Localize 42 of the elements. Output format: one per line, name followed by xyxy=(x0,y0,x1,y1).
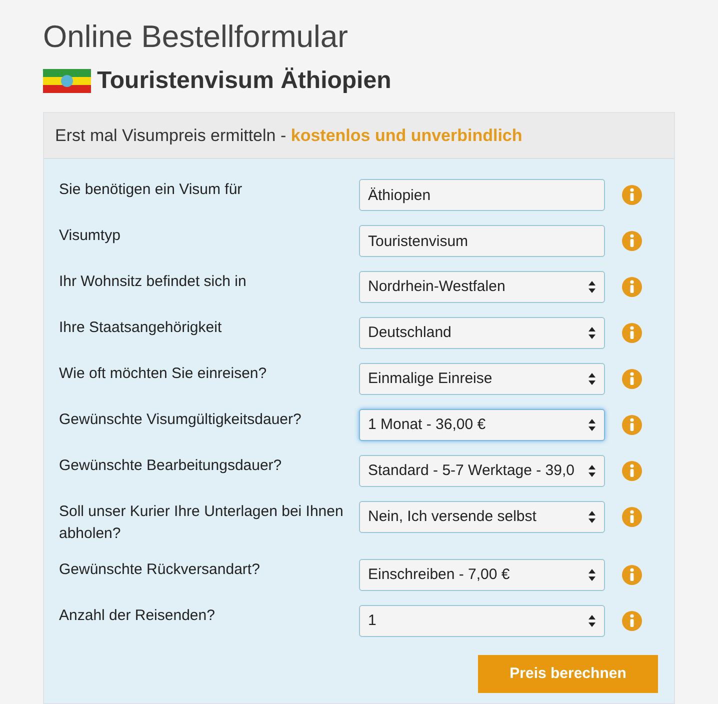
field-label: Gewünschte Rückversandart? xyxy=(59,560,261,580)
field-label: Anzahl der Reisenden? xyxy=(59,606,216,626)
field-label: Soll unser Kurier Ihre Unterlagen bei Ihnen abholen? xyxy=(59,502,344,544)
updown-arrows-icon xyxy=(588,614,596,628)
info-icon[interactable] xyxy=(621,564,643,586)
flag-icon xyxy=(43,69,91,93)
select-field[interactable]: Nordrhein-Westfalen xyxy=(359,271,605,303)
updown-arrows-icon xyxy=(588,464,596,478)
field-label: Wie oft möchten Sie einreisen? xyxy=(59,364,268,384)
select-field[interactable]: 1 xyxy=(359,605,605,637)
info-icon[interactable] xyxy=(621,322,643,344)
text-field[interactable]: Äthiopien xyxy=(359,179,605,211)
info-icon[interactable] xyxy=(621,368,643,390)
info-icon[interactable] xyxy=(621,506,643,528)
field-label: Sie benötigen ein Visum für xyxy=(59,180,244,200)
info-icon[interactable] xyxy=(621,230,643,252)
updown-arrows-icon xyxy=(588,510,596,524)
field-label: Ihre Staatsangehörigkeit xyxy=(59,318,223,338)
field-label: Gewünschte Visumgültigkeitsdauer? xyxy=(59,410,302,430)
text-field[interactable]: Touristenvisum xyxy=(359,225,605,257)
updown-arrows-icon xyxy=(588,280,596,294)
select-field[interactable]: Einschreiben - 7,00 € xyxy=(359,559,605,591)
page-title: Online Bestellformular xyxy=(43,18,349,56)
updown-arrows-icon xyxy=(588,372,596,386)
page-subtitle: Touristenvisum Äthiopien xyxy=(97,66,392,96)
updown-arrows-icon xyxy=(588,568,596,582)
info-icon[interactable] xyxy=(621,414,643,436)
info-icon[interactable] xyxy=(621,460,643,482)
heading-text: Erst mal Visumpreis ermitteln - kostenlos und unverbindlich xyxy=(55,124,522,147)
info-icon[interactable] xyxy=(621,276,643,298)
info-icon[interactable] xyxy=(621,184,643,206)
updown-arrows-icon xyxy=(588,326,596,340)
field-label: Gewünschte Bearbeitungsdauer? xyxy=(59,456,283,476)
field-label: Ihr Wohnsitz befindet sich in xyxy=(59,272,248,292)
select-field[interactable]: Standard - 5-7 Werktage - 39,0 xyxy=(359,455,605,487)
updown-arrows-icon xyxy=(588,418,596,432)
select-field[interactable]: Einmalige Einreise xyxy=(359,363,605,395)
info-icon[interactable] xyxy=(621,610,643,632)
select-field[interactable]: 1 Monat - 36,00 € xyxy=(359,409,605,441)
select-field[interactable]: Deutschland xyxy=(359,317,605,349)
select-field[interactable]: Nein, Ich versende selbst xyxy=(359,501,605,533)
field-label: Visumtyp xyxy=(59,226,122,246)
